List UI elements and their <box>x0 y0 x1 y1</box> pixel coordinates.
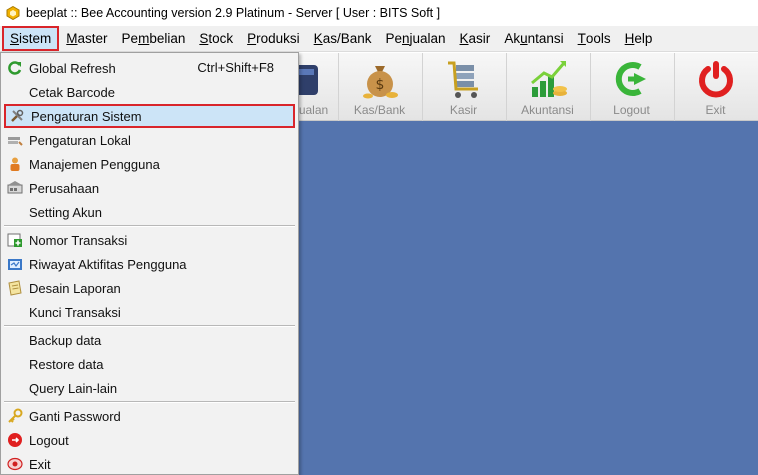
menu-item-pengaturan-lokal[interactable]: Pengaturan Lokal <box>1 128 298 152</box>
menu-separator <box>4 225 295 227</box>
money-bag-icon: $ <box>362 66 398 99</box>
menu-item-exit[interactable]: Exit <box>1 452 298 475</box>
menu-item-logout[interactable]: Logout <box>1 428 298 452</box>
menu-item-desain-laporan[interactable]: Desain Laporan <box>1 276 298 300</box>
tools-icon <box>11 109 24 122</box>
menu-item-query-lain-lain[interactable]: Query Lain-lain <box>1 376 298 400</box>
shortcut-label: Ctrl+Shift+F8 <box>197 60 274 75</box>
logout-arrow-icon <box>615 62 646 96</box>
toolbar-logout-button[interactable]: Logout <box>590 53 672 121</box>
toolbar-kasir-button[interactable]: Kasir <box>422 53 504 121</box>
toolbar-kas-bank-button[interactable]: $ Kas/Bank <box>338 53 420 121</box>
svg-text:$: $ <box>375 77 384 93</box>
toolbar-akuntansi-button[interactable]: Akuntansi <box>506 53 588 121</box>
report-design-icon <box>8 280 22 296</box>
menu-item-label: Restore data <box>29 356 104 372</box>
menu-help[interactable]: Help <box>618 26 660 51</box>
menu-produksi[interactable]: Produksi <box>240 26 307 51</box>
menu-item-cetak-barcode[interactable]: Cetak Barcode <box>1 80 298 104</box>
menu-akuntansi[interactable]: Ak u ntansi <box>497 26 570 51</box>
menu-item-label: Exit <box>29 456 51 472</box>
menu-item-label: Manajemen Pengguna <box>29 156 160 172</box>
menu-item-label: Riwayat Aktifitas Pengguna <box>29 256 187 272</box>
menu-item-label: Cetak Barcode <box>29 84 115 100</box>
toolbar-kas-bank-label: Kas/Bank <box>353 103 406 117</box>
menu-item-label: Desain Laporan <box>29 280 121 296</box>
menu-item-label: Ganti Password <box>29 408 121 424</box>
menu-item-ganti-password[interactable]: Ganti Password <box>1 404 298 428</box>
menu-pembelian[interactable]: Pe m belian <box>115 26 193 51</box>
toolbar-logout-label: Logout <box>613 103 650 117</box>
menu-item-setting-akun[interactable]: Setting Akun <box>1 200 298 224</box>
add-number-icon <box>7 233 22 247</box>
cart-icon <box>447 61 478 98</box>
menu-kas-bank[interactable]: Kas/Bank <box>307 26 379 51</box>
menu-item-label: Nomor Transaksi <box>29 232 128 248</box>
app-logo-icon <box>6 6 20 20</box>
menu-item-label: Pengaturan Lokal <box>29 132 131 148</box>
menu-item-riwayat-aktifitas[interactable]: Riwayat Aktifitas Pengguna <box>1 252 298 276</box>
history-icon <box>8 259 22 270</box>
menu-item-label: Backup data <box>29 332 102 348</box>
menu-item-label: Kunci Transaksi <box>29 304 121 320</box>
key-icon <box>8 408 23 423</box>
menu-item-kunci-transaksi[interactable]: Kunci Transaksi <box>1 300 298 324</box>
refresh-icon <box>8 61 22 75</box>
power-icon <box>698 61 733 98</box>
toolbar-exit-label: Exit <box>705 103 726 117</box>
menu-item-label: Setting Akun <box>29 204 102 220</box>
menu-item-manajemen-pengguna[interactable]: Manajemen Pengguna <box>1 152 298 176</box>
toolbar-kasir-label: Kasir <box>449 103 478 117</box>
logout-icon <box>8 433 22 447</box>
menu-item-pengaturan-sistem[interactable]: Pengaturan Sistem <box>4 104 295 128</box>
menu-item-label: Global Refresh <box>29 60 116 76</box>
toolbar-exit-button[interactable]: Exit <box>674 53 756 121</box>
menu-item-global-refresh[interactable]: Global Refresh Ctrl+Shift+F8 <box>1 56 298 80</box>
menu-item-nomor-transaksi[interactable]: Nomor Transaksi <box>1 228 298 252</box>
local-settings-icon <box>8 137 23 146</box>
menu-item-backup-data[interactable]: Backup data <box>1 328 298 352</box>
menu-separator <box>4 401 295 403</box>
menu-item-perusahaan[interactable]: Perusahaan <box>1 176 298 200</box>
menu-item-label: Query Lain-lain <box>29 380 118 396</box>
menu-item-label: Pengaturan Sistem <box>31 108 142 124</box>
menu-master[interactable]: Master <box>59 26 114 51</box>
menu-bar: Sistem Master Pe m belian Stock Produksi K… <box>0 26 758 52</box>
menu-sistem[interactable]: Sistem <box>2 26 60 51</box>
user-icon <box>10 157 20 171</box>
title-bar: beeplat :: Bee Accounting version 2.9 Pl… <box>0 0 758 26</box>
menu-item-label: Perusahaan <box>29 180 100 196</box>
sistem-dropdown-menu: Global Refresh Ctrl+Shift+F8 Cetak Barco… <box>0 52 299 475</box>
menu-separator <box>4 325 295 327</box>
menu-item-restore-data[interactable]: Restore data <box>1 352 298 376</box>
window-title: beeplat :: Bee Accounting version 2.9 Pl… <box>26 6 441 20</box>
company-icon <box>7 181 23 194</box>
exit-icon <box>7 457 23 471</box>
chart-growth-icon <box>530 61 567 97</box>
menu-item-label: Logout <box>29 432 69 448</box>
menu-tools[interactable]: Tools <box>571 26 618 51</box>
toolbar-akuntansi-label: Akuntansi <box>521 103 574 117</box>
menu-penjualan[interactable]: Pe n jualan <box>378 26 452 51</box>
menu-kasir[interactable]: Kasir <box>453 26 498 51</box>
menu-stock[interactable]: Stock <box>192 26 240 51</box>
